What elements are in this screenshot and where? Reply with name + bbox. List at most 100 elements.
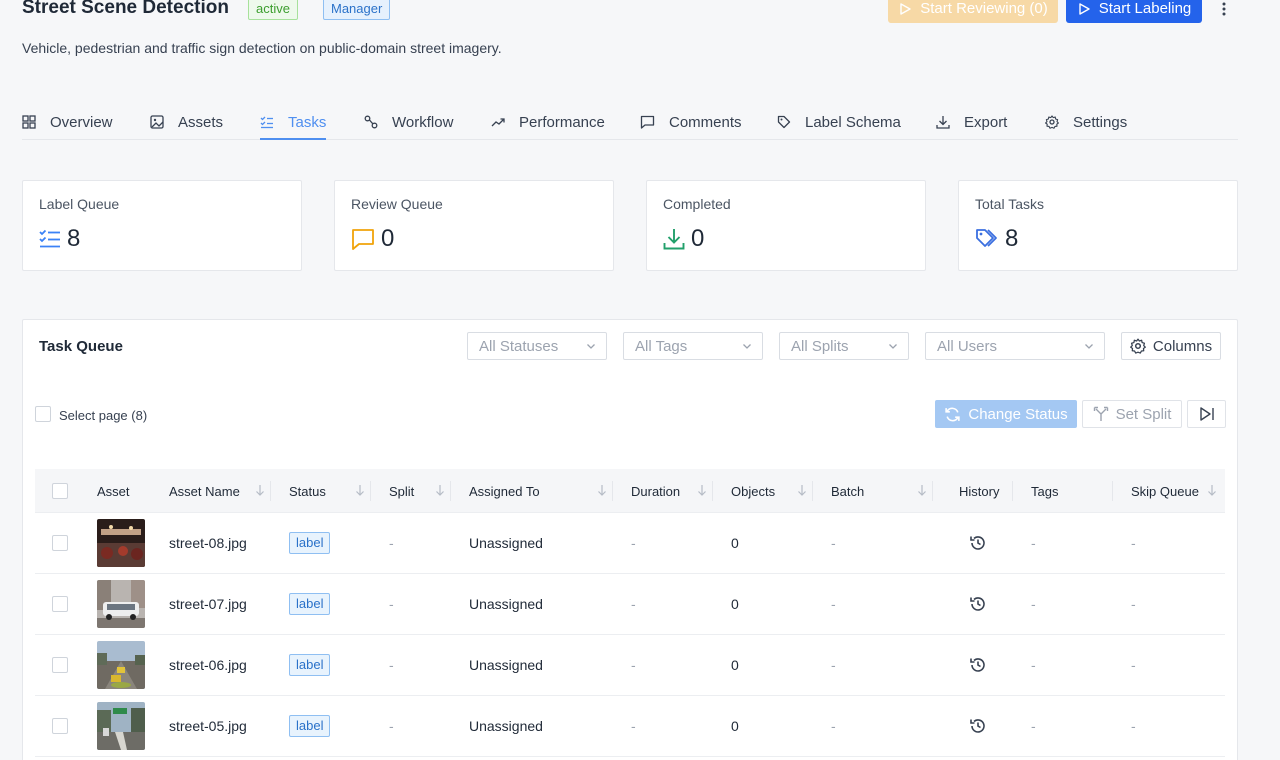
header-skip-queue[interactable]: Skip Queue [1131, 469, 1223, 513]
tab-overview[interactable]: Overview [22, 104, 113, 140]
status-tag: label [289, 715, 331, 737]
asset-thumbnail[interactable] [97, 519, 145, 567]
stat-label: Total Tasks [975, 196, 1044, 212]
asset-thumbnail[interactable] [97, 641, 145, 689]
checklist-icon [39, 229, 60, 248]
assigned-to-value: Unassigned [469, 718, 543, 734]
splits-filter-select[interactable]: All Splits [779, 332, 909, 360]
select-page-checkbox[interactable] [35, 406, 51, 422]
task-table: Asset Asset Name Status Split Assigned T… [35, 469, 1225, 757]
sort-icon [1208, 485, 1216, 496]
table-row[interactable]: street-05.jpg label - Unassigned - 0 - -… [35, 696, 1225, 757]
columns-button[interactable]: Columns [1121, 332, 1221, 360]
stat-label: Completed [663, 196, 731, 212]
duration-value: - [631, 657, 636, 673]
history-icon [970, 658, 985, 672]
tab-tasks[interactable]: Tasks [260, 104, 327, 140]
skip-queue-value: - [1131, 596, 1136, 612]
trend-icon [491, 118, 505, 127]
asset-name: street-07.jpg [169, 596, 247, 612]
stat-card-review-queue: Review Queue 0 [334, 180, 614, 271]
asset-thumbnail[interactable] [97, 580, 145, 628]
set-split-button[interactable]: Set Split [1082, 400, 1182, 428]
tab-assets[interactable]: Assets [150, 104, 223, 140]
skip-queue-value: - [1131, 535, 1136, 551]
play-icon [1079, 2, 1090, 15]
row-checkbox[interactable] [52, 718, 68, 734]
more-menu-button[interactable] [1212, 0, 1236, 20]
tab-performance[interactable]: Performance [491, 104, 605, 140]
chevron-down-icon [1085, 344, 1093, 349]
status-filter-select[interactable]: All Statuses [467, 332, 607, 360]
tags-value: - [1031, 718, 1036, 734]
asset-thumbnail[interactable] [97, 702, 145, 750]
change-status-button[interactable]: Change Status [935, 400, 1077, 428]
asset-name: street-06.jpg [169, 657, 247, 673]
header-duration[interactable]: Duration [631, 469, 713, 513]
tab-label: Assets [178, 114, 224, 131]
stat-value: 8 [67, 225, 81, 252]
skip-queue-button[interactable] [1187, 400, 1226, 428]
history-button[interactable] [969, 513, 987, 573]
task-queue-panel: Task Queue All Statuses All Tags All Spl… [22, 319, 1238, 760]
row-checkbox[interactable] [52, 535, 68, 551]
status-tag: label [289, 654, 331, 676]
header-select-all [52, 469, 68, 513]
history-button[interactable] [969, 574, 987, 634]
stat-label: Label Queue [39, 196, 120, 212]
assigned-to-value: Unassigned [469, 657, 543, 673]
start-labeling-button[interactable]: Start Labeling [1066, 0, 1202, 23]
header-status[interactable]: Status [289, 469, 371, 513]
tab-settings[interactable]: Settings [1045, 104, 1127, 140]
sort-icon [256, 485, 264, 496]
comment-icon [640, 115, 655, 129]
tab-label: Overview [50, 114, 113, 131]
stat-card-completed: Completed 0 [646, 180, 926, 271]
batch-value: - [831, 596, 836, 612]
tab-label: Export [964, 114, 1008, 131]
history-button[interactable] [969, 635, 987, 695]
header-assigned-to[interactable]: Assigned To [469, 469, 613, 513]
tab-label: Tasks [288, 114, 327, 131]
header-tags: Tags [1031, 469, 1113, 513]
tab-label: Workflow [392, 114, 454, 131]
objects-value: 0 [731, 596, 739, 612]
users-filter-select[interactable]: All Users [925, 332, 1105, 360]
header-objects[interactable]: Objects [731, 469, 813, 513]
stat-value: 0 [381, 225, 395, 252]
table-row[interactable]: street-08.jpg label - Unassigned - 0 - -… [35, 513, 1225, 574]
history-icon [970, 597, 985, 611]
header-asset-name[interactable]: Asset Name [169, 469, 271, 513]
sort-icon [356, 485, 364, 496]
split-icon [1093, 406, 1108, 421]
image-icon [150, 115, 164, 129]
tab-workflow[interactable]: Workflow [364, 104, 453, 140]
tab-bar: Overview Assets Tasks Workflow Performan… [22, 104, 1238, 140]
chevron-down-icon [889, 344, 897, 349]
status-tag: label [289, 593, 331, 615]
header-batch[interactable]: Batch [831, 469, 933, 513]
sort-icon [436, 485, 444, 496]
duration-value: - [631, 596, 636, 612]
table-row[interactable]: street-06.jpg label - Unassigned - 0 - -… [35, 635, 1225, 696]
stat-value: 8 [1005, 225, 1019, 252]
asset-name: street-05.jpg [169, 718, 247, 734]
start-reviewing-button[interactable]: Start Reviewing (0) [888, 0, 1058, 23]
tags-filter-select[interactable]: All Tags [623, 332, 763, 360]
table-row[interactable]: street-07.jpg label - Unassigned - 0 - -… [35, 574, 1225, 635]
tab-comments[interactable]: Comments [640, 104, 742, 140]
chevron-down-icon [743, 344, 751, 349]
skip-queue-value: - [1131, 718, 1136, 734]
stat-label: Review Queue [351, 196, 443, 212]
tab-label-schema[interactable]: Label Schema [777, 104, 901, 140]
history-button[interactable] [969, 696, 987, 756]
row-checkbox[interactable] [52, 596, 68, 612]
download-icon [936, 116, 950, 129]
header-split[interactable]: Split [389, 469, 451, 513]
sort-icon [598, 485, 606, 496]
tab-export[interactable]: Export [936, 104, 1007, 140]
duration-value: - [631, 535, 636, 551]
select-all-checkbox[interactable] [52, 483, 68, 499]
history-icon [970, 719, 985, 733]
row-checkbox[interactable] [52, 657, 68, 673]
